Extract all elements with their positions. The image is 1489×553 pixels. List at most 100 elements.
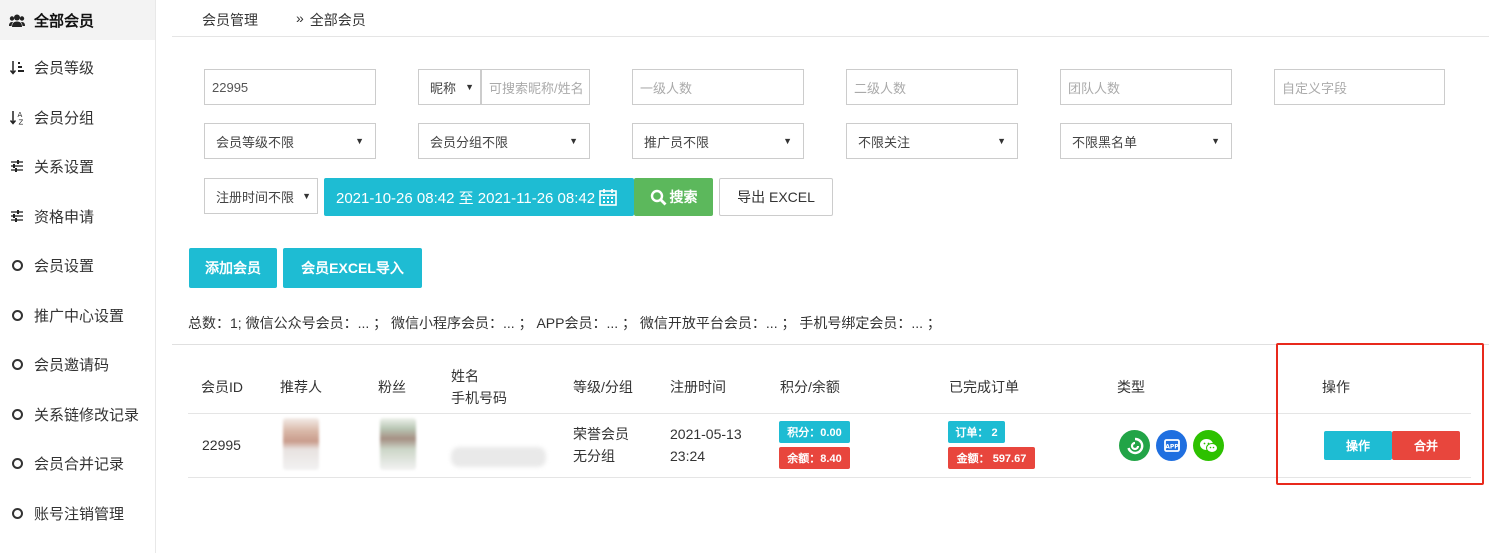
svg-text:APP: APP	[1165, 443, 1179, 450]
sort-alpha-icon: AZ	[9, 110, 25, 125]
circle-icon	[9, 457, 25, 469]
member-group-select[interactable]: 会员分组不限 ▼	[418, 123, 590, 159]
breadcrumb-parent[interactable]: 会员管理	[202, 10, 258, 30]
date-range-text: 2021-10-26 08:42 至 2021-11-26 08:42	[336, 189, 596, 207]
reg-time-cell: 23:24	[670, 448, 706, 464]
wechat-icon	[1193, 430, 1224, 461]
search-icon	[650, 189, 667, 206]
nickname-type-select[interactable]: 昵称 ▼	[418, 69, 481, 105]
caret-down-icon: ▼	[1211, 136, 1220, 146]
breadcrumb-separator: »	[296, 10, 304, 26]
custom-field-input[interactable]: 自定义字段	[1274, 69, 1445, 105]
sidebar-item-label: 会员等级	[34, 59, 95, 77]
import-excel-button[interactable]: 会员EXCEL导入	[283, 248, 422, 288]
sort-numeric-icon	[9, 60, 25, 75]
sidebar-item-qualification[interactable]: 资格申请	[0, 196, 155, 236]
breadcrumb-current: 全部会员	[309, 12, 366, 28]
divider	[172, 36, 1489, 37]
sidebar-item-label: 会员设置	[34, 257, 95, 275]
sidebar-item-label: 会员邀请码	[34, 356, 110, 374]
select-value: 推广员不限	[644, 134, 710, 150]
circle-icon	[9, 309, 25, 321]
operations-highlight-box	[1276, 343, 1484, 485]
calendar-icon	[599, 188, 617, 206]
blue-app-icon: APP	[1156, 430, 1187, 461]
caret-down-icon: ▼	[465, 82, 474, 92]
sidebar-item-label: 会员合并记录	[34, 455, 125, 473]
breadcrumb: 会员管理 » 全部会员	[202, 10, 366, 30]
blacklist-select[interactable]: 不限黑名单 ▼	[1060, 123, 1232, 159]
sidebar-item-member-level[interactable]: 会员等级	[0, 47, 155, 87]
balance-badge: 余额：8.40	[779, 447, 850, 469]
member-level-select[interactable]: 会员等级不限 ▼	[204, 123, 376, 159]
col-header-phone: 手机号码	[451, 390, 507, 406]
select-value: 不限黑名单	[1072, 134, 1138, 150]
sidebar-item-account-cancel[interactable]: 账号注销管理	[0, 493, 155, 533]
orders-badge: 订单： 2	[948, 421, 1005, 443]
export-excel-button[interactable]: 导出 EXCEL	[719, 178, 833, 216]
col-header-points: 积分/余额	[780, 379, 840, 395]
sidebar: 全部会员 会员等级 AZ 会员分组 关系设置 资格申请 会员设置 推广中心设置 …	[0, 0, 156, 553]
caret-down-icon: ▼	[997, 136, 1006, 146]
col-header-referrer: 推荐人	[280, 379, 322, 395]
col-header-id: 会员ID	[201, 379, 243, 395]
select-value: 昵称	[430, 80, 457, 96]
col-header-fans: 粉丝	[378, 379, 406, 395]
add-member-button[interactable]: 添加会员	[189, 248, 277, 288]
circle-icon	[9, 507, 25, 519]
sidebar-item-label: 资格申请	[34, 208, 95, 226]
name-phone-blurred	[451, 447, 546, 467]
sidebar-item-label: 账号注销管理	[34, 505, 125, 523]
date-range-picker[interactable]: 2021-10-26 08:42 至 2021-11-26 08:42	[324, 178, 634, 216]
sliders-icon	[9, 210, 25, 222]
level1-count-input[interactable]: 一级人数	[632, 69, 804, 105]
sidebar-item-relation-settings[interactable]: 关系设置	[0, 146, 155, 186]
member-id-input[interactable]: 22995	[204, 69, 376, 105]
select-value: 不限关注	[858, 134, 911, 150]
level2-count-input[interactable]: 二级人数	[846, 69, 1018, 105]
regtime-select[interactable]: 注册时间不限 ▼	[204, 178, 318, 214]
sidebar-item-relation-log[interactable]: 关系链修改记录	[0, 394, 155, 434]
nickname-search-input[interactable]: 可搜索昵称/姓名	[481, 69, 590, 105]
promoter-select[interactable]: 推广员不限 ▼	[632, 123, 804, 159]
caret-down-icon: ▼	[569, 136, 578, 146]
sidebar-item-invite-code[interactable]: 会员邀请码	[0, 344, 155, 384]
circle-icon	[9, 259, 25, 271]
level-cell: 荣誉会员	[573, 426, 629, 442]
team-count-input[interactable]: 团队人数	[1060, 69, 1232, 105]
fans-avatar[interactable]	[380, 418, 416, 470]
svg-text:Z: Z	[18, 118, 23, 125]
circle-icon	[9, 408, 25, 420]
sidebar-item-label: 会员分组	[34, 109, 95, 127]
reg-date-cell: 2021-05-13	[670, 426, 742, 442]
col-header-level: 等级/分组	[573, 379, 633, 395]
search-button[interactable]: 搜索	[634, 178, 713, 216]
sidebar-item-promo-center[interactable]: 推广中心设置	[0, 295, 155, 335]
sidebar-item-member-group[interactable]: AZ 会员分组	[0, 97, 155, 137]
select-value: 注册时间不限	[216, 189, 295, 205]
select-value: 会员分组不限	[430, 134, 509, 150]
select-value: 会员等级不限	[216, 134, 295, 150]
follow-select[interactable]: 不限关注 ▼	[846, 123, 1018, 159]
circle-icon	[9, 358, 25, 370]
member-id-cell: 22995	[202, 437, 241, 453]
referrer-avatar[interactable]	[283, 418, 319, 470]
sidebar-item-label: 关系链修改记录	[34, 406, 140, 424]
col-header-type: 类型	[1117, 379, 1145, 395]
users-icon	[9, 14, 25, 27]
col-header-name: 姓名	[451, 368, 479, 384]
sliders-icon	[9, 160, 25, 172]
member-summary: 总数：1; 微信公众号会员：... ； 微信小程序会员：... ； APP会员：…	[188, 315, 941, 331]
col-header-orders: 已完成订单	[949, 379, 1019, 395]
sidebar-item-merge-log[interactable]: 会员合并记录	[0, 443, 155, 483]
amount-badge: 金额： 597.67	[948, 447, 1035, 469]
green-swirl-icon	[1119, 430, 1150, 461]
points-badge: 积分：0.00	[779, 421, 850, 443]
col-header-regtime: 注册时间	[670, 379, 726, 395]
group-cell: 无分组	[573, 448, 615, 464]
sidebar-item-label: 关系设置	[34, 158, 95, 176]
sidebar-item-all-members[interactable]: 全部会员	[0, 0, 155, 40]
search-label: 搜索	[669, 189, 698, 205]
sidebar-item-member-settings[interactable]: 会员设置	[0, 245, 155, 285]
caret-down-icon: ▼	[302, 191, 311, 201]
